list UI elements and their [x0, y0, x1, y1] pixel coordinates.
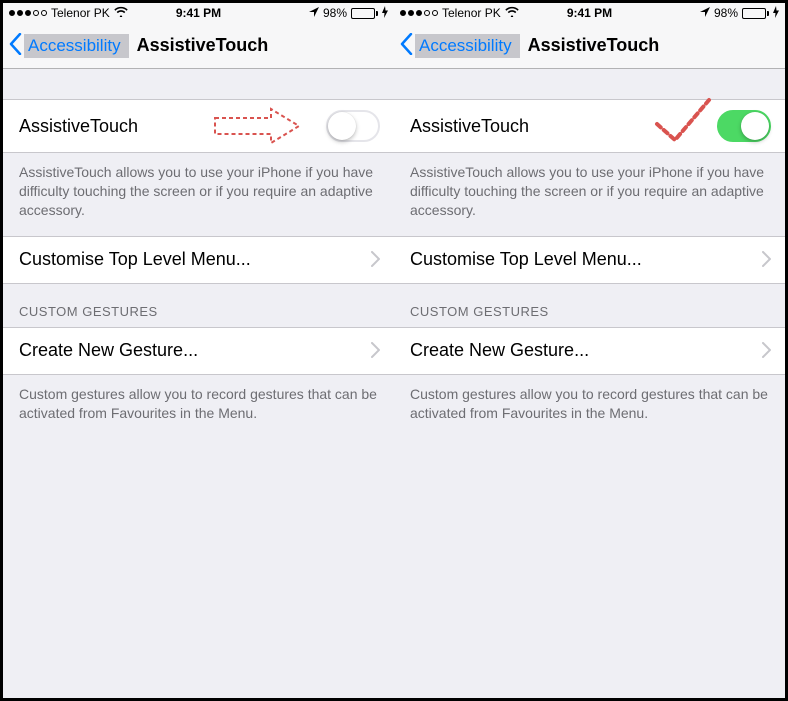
carrier-label: Telenor PK	[51, 6, 110, 20]
assistivetouch-toggle-row[interactable]: AssistiveTouch	[3, 99, 394, 153]
battery-icon	[351, 8, 378, 19]
annotation-check-icon	[653, 96, 713, 146]
assistivetouch-toggle-row[interactable]: AssistiveTouch	[394, 99, 785, 153]
create-gesture-label: Create New Gesture...	[410, 340, 754, 361]
assistivetouch-switch[interactable]	[717, 110, 771, 142]
back-chevron-icon	[9, 32, 22, 60]
screenshot-container: Telenor PK 9:41 PM 98%	[0, 0, 788, 701]
spacer	[3, 69, 394, 99]
pane-left: Telenor PK 9:41 PM 98%	[3, 3, 394, 698]
custom-gestures-footer: Custom gestures allow you to record gest…	[3, 375, 394, 439]
back-button[interactable]: Accessibility	[400, 32, 520, 60]
status-left: Telenor PK	[9, 6, 128, 20]
assistivetouch-switch[interactable]	[326, 110, 380, 142]
location-icon	[700, 6, 710, 20]
custom-gestures-footer: Custom gestures allow you to record gest…	[394, 375, 785, 439]
status-right: 98%	[309, 6, 388, 21]
wifi-icon	[114, 6, 128, 20]
chevron-right-icon	[371, 247, 380, 273]
back-button[interactable]: Accessibility	[9, 32, 129, 60]
chevron-right-icon	[762, 247, 771, 273]
status-bar: Telenor PK 9:41 PM 98%	[3, 3, 394, 23]
nav-title: AssistiveTouch	[528, 35, 660, 56]
charging-icon	[382, 6, 388, 21]
charging-icon	[773, 6, 779, 21]
assistivetouch-footer: AssistiveTouch allows you to use your iP…	[394, 153, 785, 236]
custom-gestures-header: CUSTOM GESTURES	[394, 284, 785, 327]
back-label: Accessibility	[419, 36, 512, 56]
signal-strength-icon	[400, 10, 438, 16]
back-chevron-icon	[400, 32, 413, 60]
chevron-right-icon	[762, 338, 771, 364]
location-icon	[309, 6, 319, 20]
chevron-right-icon	[371, 338, 380, 364]
customise-menu-label: Customise Top Level Menu...	[410, 249, 754, 270]
signal-strength-icon	[9, 10, 47, 16]
nav-bar: Accessibility AssistiveTouch	[394, 23, 785, 69]
status-bar: Telenor PK 9:41 PM 98%	[394, 3, 785, 23]
pane-right: Telenor PK 9:41 PM 98%	[394, 3, 785, 698]
create-gesture-row[interactable]: Create New Gesture...	[3, 327, 394, 375]
battery-pct: 98%	[714, 6, 738, 20]
assistivetouch-footer: AssistiveTouch allows you to use your iP…	[3, 153, 394, 236]
battery-icon	[742, 8, 769, 19]
wifi-icon	[505, 6, 519, 20]
customise-menu-row[interactable]: Customise Top Level Menu...	[3, 236, 394, 284]
battery-pct: 98%	[323, 6, 347, 20]
nav-title: AssistiveTouch	[137, 35, 269, 56]
create-gesture-label: Create New Gesture...	[19, 340, 363, 361]
spacer	[394, 69, 785, 99]
annotation-arrow-icon	[213, 106, 303, 146]
carrier-label: Telenor PK	[442, 6, 501, 20]
customise-menu-row[interactable]: Customise Top Level Menu...	[394, 236, 785, 284]
customise-menu-label: Customise Top Level Menu...	[19, 249, 363, 270]
status-right: 98%	[700, 6, 779, 21]
back-label: Accessibility	[28, 36, 121, 56]
status-left: Telenor PK	[400, 6, 519, 20]
custom-gestures-header: CUSTOM GESTURES	[3, 284, 394, 327]
nav-bar: Accessibility AssistiveTouch	[3, 23, 394, 69]
create-gesture-row[interactable]: Create New Gesture...	[394, 327, 785, 375]
